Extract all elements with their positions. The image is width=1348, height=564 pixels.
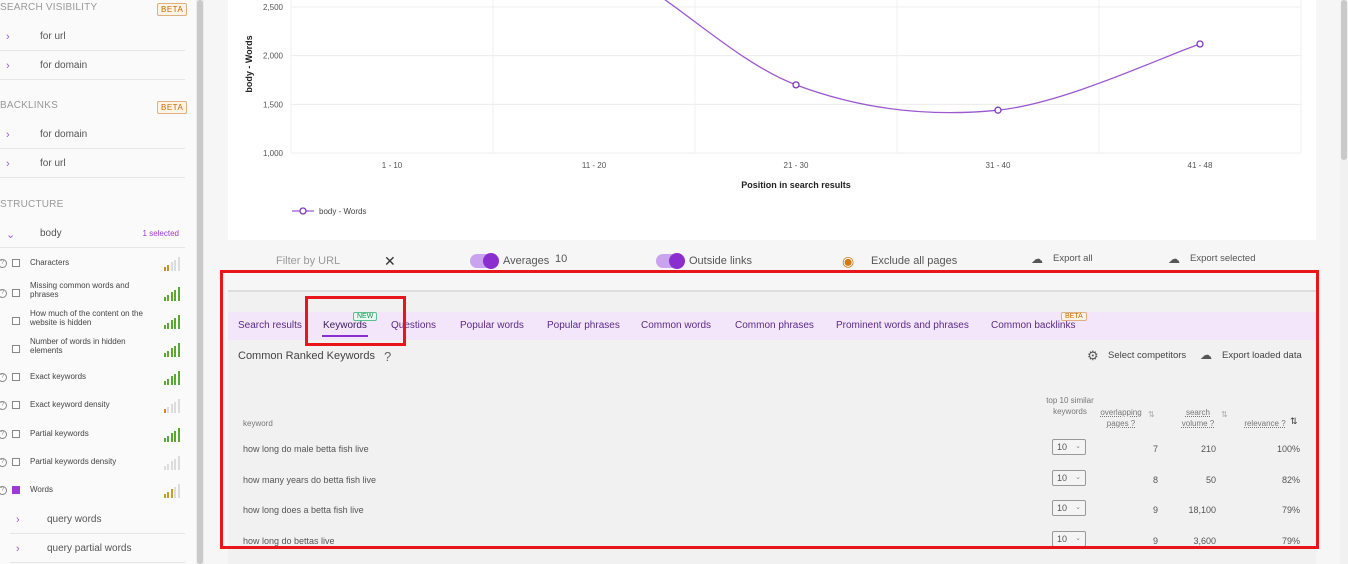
x-tick-label: 21 - 30: [784, 161, 809, 170]
sidebar-item-label: body: [40, 228, 62, 239]
help-icon[interactable]: ?: [0, 430, 7, 439]
help-icon[interactable]: ?: [0, 401, 7, 410]
structure-checkbox[interactable]: [12, 373, 20, 381]
structure-checkbox[interactable]: [12, 458, 20, 466]
structure-checkbox[interactable]: [12, 259, 20, 267]
x-tick-label: 11 - 20: [582, 161, 607, 170]
y-tick-label: 2,500: [263, 3, 284, 12]
structure-row[interactable]: ? Partial keywords: [0, 427, 185, 447]
beta-badge: BETA: [157, 101, 188, 114]
structure-row-label: Characters: [30, 258, 70, 267]
structure-row-label: Number of words in hidden elements: [30, 337, 126, 355]
help-icon[interactable]: ?: [0, 373, 7, 382]
legend-marker: [299, 207, 307, 215]
strength-bars-icon: [164, 428, 180, 442]
sidebar-item-label: for domain: [40, 129, 88, 140]
structure-checkbox[interactable]: [12, 317, 20, 325]
help-icon[interactable]: ?: [0, 458, 7, 467]
sidebar-item-label: query words: [47, 514, 102, 525]
sidebar: SEARCH VISIBILITY BETA › for url › for dom…: [0, 0, 196, 564]
help-icon[interactable]: ?: [0, 259, 7, 268]
strength-bars-icon: [164, 371, 180, 385]
strength-bars-icon: [164, 315, 180, 329]
structure-row-label: Missing common words and phrases: [30, 281, 130, 299]
sidebar-item-label: for domain: [40, 60, 88, 71]
series-line: [664, 0, 1201, 114]
sidebar-item-query-words[interactable]: › query words: [10, 505, 185, 534]
strength-bars-icon: [164, 257, 180, 271]
averages-toggle[interactable]: [470, 253, 499, 269]
strength-bars-icon: [164, 484, 180, 498]
line-chart: 1,000 1,500 2,000 2,500 1 - 10 11 - 20 21 - 30…: [228, 0, 1316, 240]
sidebar-item-backlinks-domain[interactable]: › for domain: [0, 120, 185, 149]
sidebar-item-label: for url: [40, 158, 66, 169]
structure-row-label: How much of the content on the website i…: [30, 309, 143, 327]
structure-row[interactable]: ? Partial keywords density: [0, 455, 185, 475]
strength-bars-icon: [164, 399, 180, 413]
beta-badge: BETA: [157, 3, 188, 16]
sidebar-item-label: for url: [40, 31, 66, 42]
x-axis-label: Position in search results: [741, 180, 851, 190]
structure-row-label: Exact keywords: [30, 372, 87, 381]
structure-row[interactable]: ? Characters: [0, 256, 185, 276]
outside-links-toggle[interactable]: [656, 253, 685, 269]
sidebar-scrollbar[interactable]: [196, 0, 204, 564]
strength-bars-icon: [164, 343, 180, 357]
sidebar-item-query-partial-words[interactable]: › query partial words: [10, 534, 185, 563]
structure-row[interactable]: ? Exact keywords: [0, 370, 185, 390]
x-tick-label: 41 - 48: [1188, 161, 1213, 170]
structure-checkbox[interactable]: [12, 430, 20, 438]
sidebar-item-visibility-domain[interactable]: › for domain: [0, 51, 185, 80]
section-title-backlinks: BACKLINKS: [0, 100, 58, 111]
chevron-right-icon: ›: [16, 543, 20, 555]
structure-checkbox[interactable]: [12, 401, 20, 409]
sidebar-item-body[interactable]: ⌄ body 1 selected: [0, 219, 185, 248]
chevron-right-icon: ›: [6, 60, 10, 72]
structure-row[interactable]: ? Words: [0, 483, 185, 503]
y-tick-label: 2,000: [263, 52, 284, 61]
legend-label: body - Words: [319, 207, 366, 216]
y-tick-label: 1,000: [263, 149, 284, 158]
x-tick-label: 1 - 10: [382, 161, 403, 170]
sidebar-item-label: query partial words: [47, 543, 132, 554]
y-tick-label: 1,500: [263, 100, 284, 109]
chevron-right-icon: ›: [16, 514, 20, 526]
help-icon[interactable]: ?: [0, 486, 7, 495]
structure-row-label: Exact keyword density: [30, 400, 110, 409]
structure-row-label: Words: [30, 485, 53, 494]
chevron-right-icon: ›: [6, 31, 10, 43]
structure-row[interactable]: ? Missing common words and phrases: [0, 281, 185, 311]
structure-checkbox[interactable]: [12, 345, 20, 353]
structure-checkbox[interactable]: [12, 486, 20, 494]
x-tick-label: 31 - 40: [986, 161, 1011, 170]
data-point: [1196, 40, 1204, 48]
strength-bars-icon: [164, 456, 180, 470]
strength-bars-icon: [164, 287, 180, 301]
sidebar-item-visibility-url[interactable]: › for url: [0, 22, 185, 51]
structure-row[interactable]: Number of words in hidden elements: [0, 337, 185, 367]
data-point: [994, 106, 1002, 114]
structure-row[interactable]: How much of the content on the website i…: [0, 309, 185, 339]
section-title-structure: STRUCTURE: [0, 199, 64, 210]
y-axis-label: body - Words: [244, 35, 254, 92]
highlight-box-keywords-tab: [305, 296, 406, 346]
structure-row-label: Partial keywords density: [30, 457, 117, 466]
structure-checkbox[interactable]: [12, 289, 20, 297]
section-title-search-visibility: SEARCH VISIBILITY: [0, 2, 98, 13]
chevron-down-icon: ⌄: [6, 229, 16, 241]
structure-row[interactable]: ? Exact keyword density: [0, 398, 185, 418]
sidebar-item-backlinks-url[interactable]: › for url: [0, 149, 185, 178]
chevron-right-icon: ›: [6, 158, 10, 170]
structure-row-label: Partial keywords: [30, 429, 89, 438]
chart-svg: 1,000 1,500 2,000 2,500 1 - 10 11 - 20 21 - 30…: [244, 0, 1302, 216]
selected-count: 1 selected: [142, 229, 179, 238]
help-icon[interactable]: ?: [0, 289, 7, 298]
data-point: [792, 81, 800, 89]
chevron-right-icon: ›: [6, 129, 10, 141]
page-scrollbar[interactable]: [1340, 0, 1348, 564]
